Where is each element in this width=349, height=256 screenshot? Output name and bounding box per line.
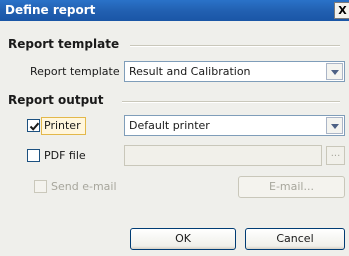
- output-section-heading: Report output: [8, 93, 112, 107]
- pdf-file-checkbox[interactable]: [27, 149, 40, 162]
- close-icon: X: [338, 4, 347, 17]
- cancel-button[interactable]: Cancel: [245, 228, 345, 250]
- email-button[interactable]: E-mail...: [238, 176, 345, 198]
- report-template-value: Result and Calibration: [129, 65, 251, 78]
- report-template-dropdown-button[interactable]: [326, 63, 343, 80]
- close-button[interactable]: X: [334, 2, 349, 19]
- ok-button[interactable]: OK: [130, 228, 236, 250]
- printer-checkbox[interactable]: [27, 119, 40, 132]
- pdf-browse-button[interactable]: ...: [326, 146, 345, 165]
- chevron-down-icon: [331, 124, 339, 129]
- title-bar: Define report: [0, 0, 349, 21]
- dialog-title: Define report: [5, 3, 96, 17]
- chevron-down-icon: [331, 70, 339, 75]
- send-email-label: Send e-mail: [51, 180, 117, 193]
- report-template-select[interactable]: Result and Calibration: [124, 61, 345, 82]
- pdf-file-label[interactable]: PDF file: [44, 149, 86, 163]
- checkmark-icon: [29, 122, 40, 131]
- printer-dropdown-button[interactable]: [326, 117, 343, 134]
- template-section-heading: Report template: [8, 37, 128, 51]
- printer-label[interactable]: Printer: [44, 119, 81, 133]
- output-section-divider: [122, 101, 340, 103]
- report-template-label: Report template: [30, 65, 120, 78]
- printer-select[interactable]: Default printer: [124, 115, 345, 136]
- template-section-divider: [130, 45, 340, 47]
- pdf-file-path-field[interactable]: [124, 145, 322, 166]
- printer-value: Default printer: [129, 119, 210, 132]
- define-report-dialog: Define report X Report template Report t…: [0, 0, 349, 256]
- send-email-checkbox[interactable]: [34, 180, 47, 193]
